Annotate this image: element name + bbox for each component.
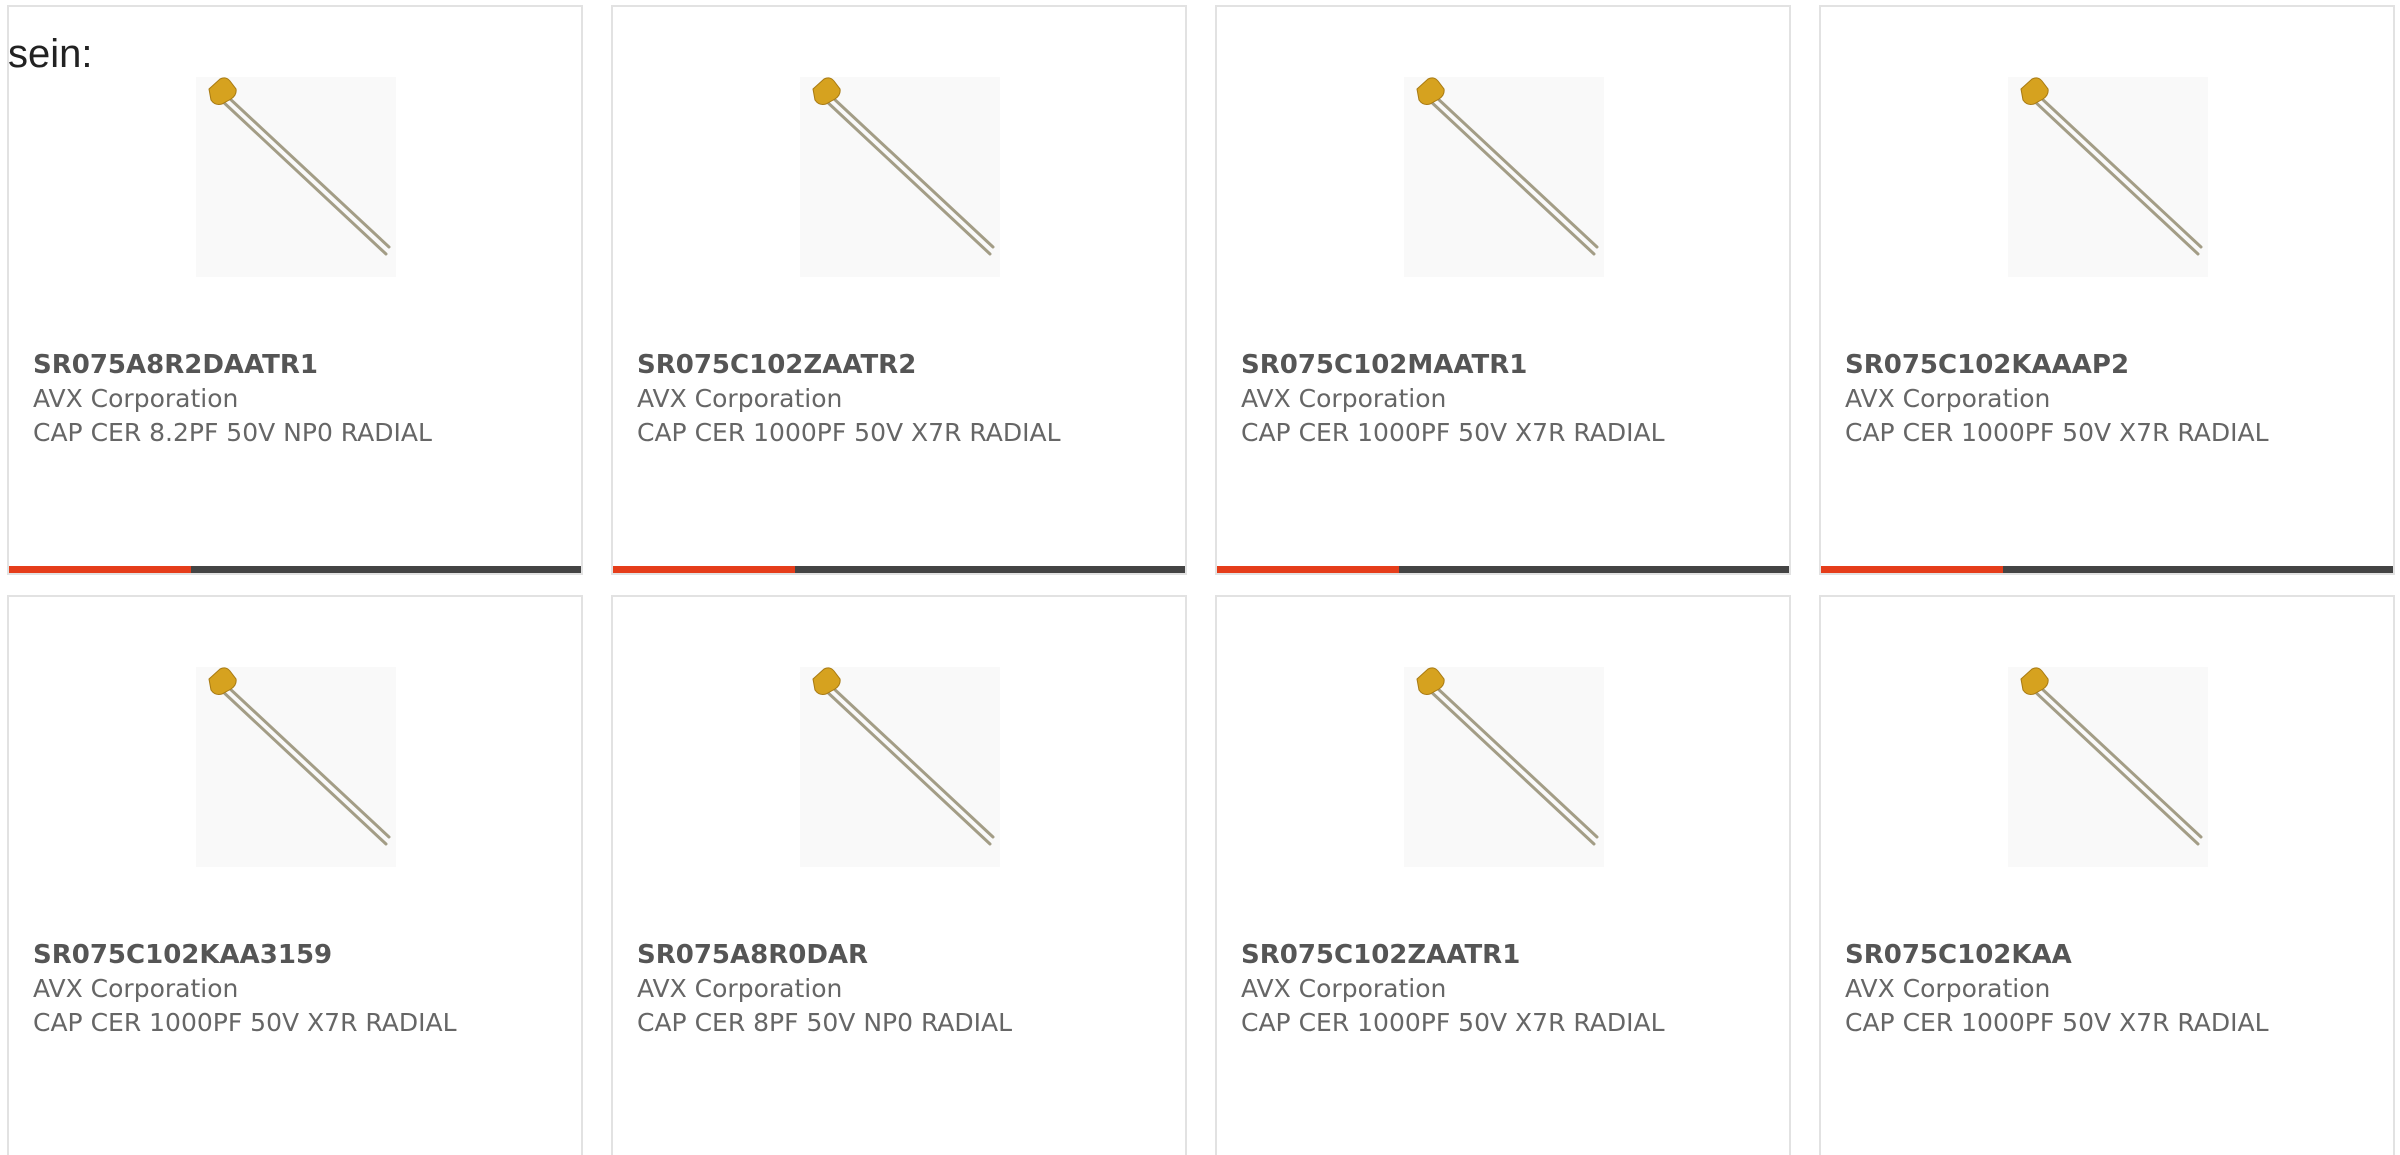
part-number-link[interactable]: SR075C102ZAATR1 [1241, 938, 1520, 972]
radial-capacitor-icon [1416, 667, 1599, 846]
product-image[interactable] [196, 77, 396, 277]
product-image[interactable] [2008, 77, 2208, 277]
radial-capacitor-icon [812, 667, 995, 846]
manufacturer-name: AVX Corporation [1845, 384, 2051, 413]
accent-segment [9, 566, 191, 573]
accent-segment [613, 566, 795, 573]
product-image[interactable] [196, 667, 396, 867]
manufacturer-name: AVX Corporation [637, 974, 843, 1003]
manufacturer-name: AVX Corporation [1241, 974, 1447, 1003]
manufacturer-name: AVX Corporation [33, 384, 239, 413]
part-number-link[interactable]: SR075C102KAA3159 [33, 938, 332, 972]
radial-capacitor-icon [812, 77, 995, 256]
accent-segment [1821, 566, 2003, 573]
product-description: CAP CER 1000PF 50V X7R RADIAL [1845, 1008, 2269, 1037]
dark-segment [1399, 566, 1789, 573]
product-description: CAP CER 8.2PF 50V NP0 RADIAL [33, 418, 432, 447]
accent-segment [1217, 566, 1399, 573]
manufacturer-name: AVX Corporation [1241, 384, 1447, 413]
product-description: CAP CER 1000PF 50V X7R RADIAL [1241, 1008, 1665, 1037]
part-number-link[interactable]: SR075A8R2DAATR1 [33, 348, 318, 382]
manufacturer-name: AVX Corporation [1845, 974, 2051, 1003]
part-number-link[interactable]: SR075C102ZAATR2 [637, 348, 916, 382]
card-accent-bar [1821, 566, 2393, 573]
product-card[interactable]: SR075C102KAAAP2 AVX Corporation CAP CER 10… [1819, 5, 2395, 575]
product-image[interactable] [1404, 77, 1604, 277]
product-card[interactable]: SR075C102ZAATR2 AVX Corporation CAP CER 10… [611, 5, 1187, 575]
part-number-link[interactable]: SR075C102MAATR1 [1241, 348, 1527, 382]
product-description: CAP CER 8PF 50V NP0 RADIAL [637, 1008, 1013, 1037]
radial-capacitor-icon [2020, 667, 2203, 846]
part-number-link[interactable]: SR075A8R0DAR [637, 938, 868, 972]
manufacturer-name: AVX Corporation [33, 974, 239, 1003]
product-image[interactable] [800, 667, 1000, 867]
dark-segment [191, 566, 581, 573]
product-description: CAP CER 1000PF 50V X7R RADIAL [1241, 418, 1665, 447]
product-description: CAP CER 1000PF 50V X7R RADIAL [1845, 418, 2269, 447]
part-number-link[interactable]: SR075C102KAA [1845, 938, 2072, 972]
card-accent-bar [9, 566, 581, 573]
product-card[interactable]: SR075C102KAA3159 AVX Corporation CAP CER 1… [7, 595, 583, 1155]
card-accent-bar [1217, 566, 1789, 573]
card-accent-bar [613, 566, 1185, 573]
product-image[interactable] [800, 77, 1000, 277]
product-description: CAP CER 1000PF 50V X7R RADIAL [637, 418, 1061, 447]
product-image[interactable] [2008, 667, 2208, 867]
radial-capacitor-icon [208, 77, 391, 256]
intro-text: sein: [8, 32, 93, 76]
part-number-link[interactable]: SR075C102KAAAP2 [1845, 348, 2129, 382]
radial-capacitor-icon [1416, 77, 1599, 256]
product-card[interactable]: SR075C102KAA AVX Corporation CAP CER 1000P… [1819, 595, 2395, 1155]
product-card[interactable]: SR075A8R2DAATR1 AVX Corporation CAP CER 8.… [7, 5, 583, 575]
product-description: CAP CER 1000PF 50V X7R RADIAL [33, 1008, 457, 1037]
product-card[interactable]: SR075A8R0DAR AVX Corporation CAP CER 8PF 5… [611, 595, 1187, 1155]
radial-capacitor-icon [208, 667, 391, 846]
product-card[interactable]: SR075C102ZAATR1 AVX Corporation CAP CER 10… [1215, 595, 1791, 1155]
product-card[interactable]: SR075C102MAATR1 AVX Corporation CAP CER 10… [1215, 5, 1791, 575]
dark-segment [795, 566, 1185, 573]
manufacturer-name: AVX Corporation [637, 384, 843, 413]
product-image[interactable] [1404, 667, 1604, 867]
dark-segment [2003, 566, 2393, 573]
radial-capacitor-icon [2020, 77, 2203, 256]
